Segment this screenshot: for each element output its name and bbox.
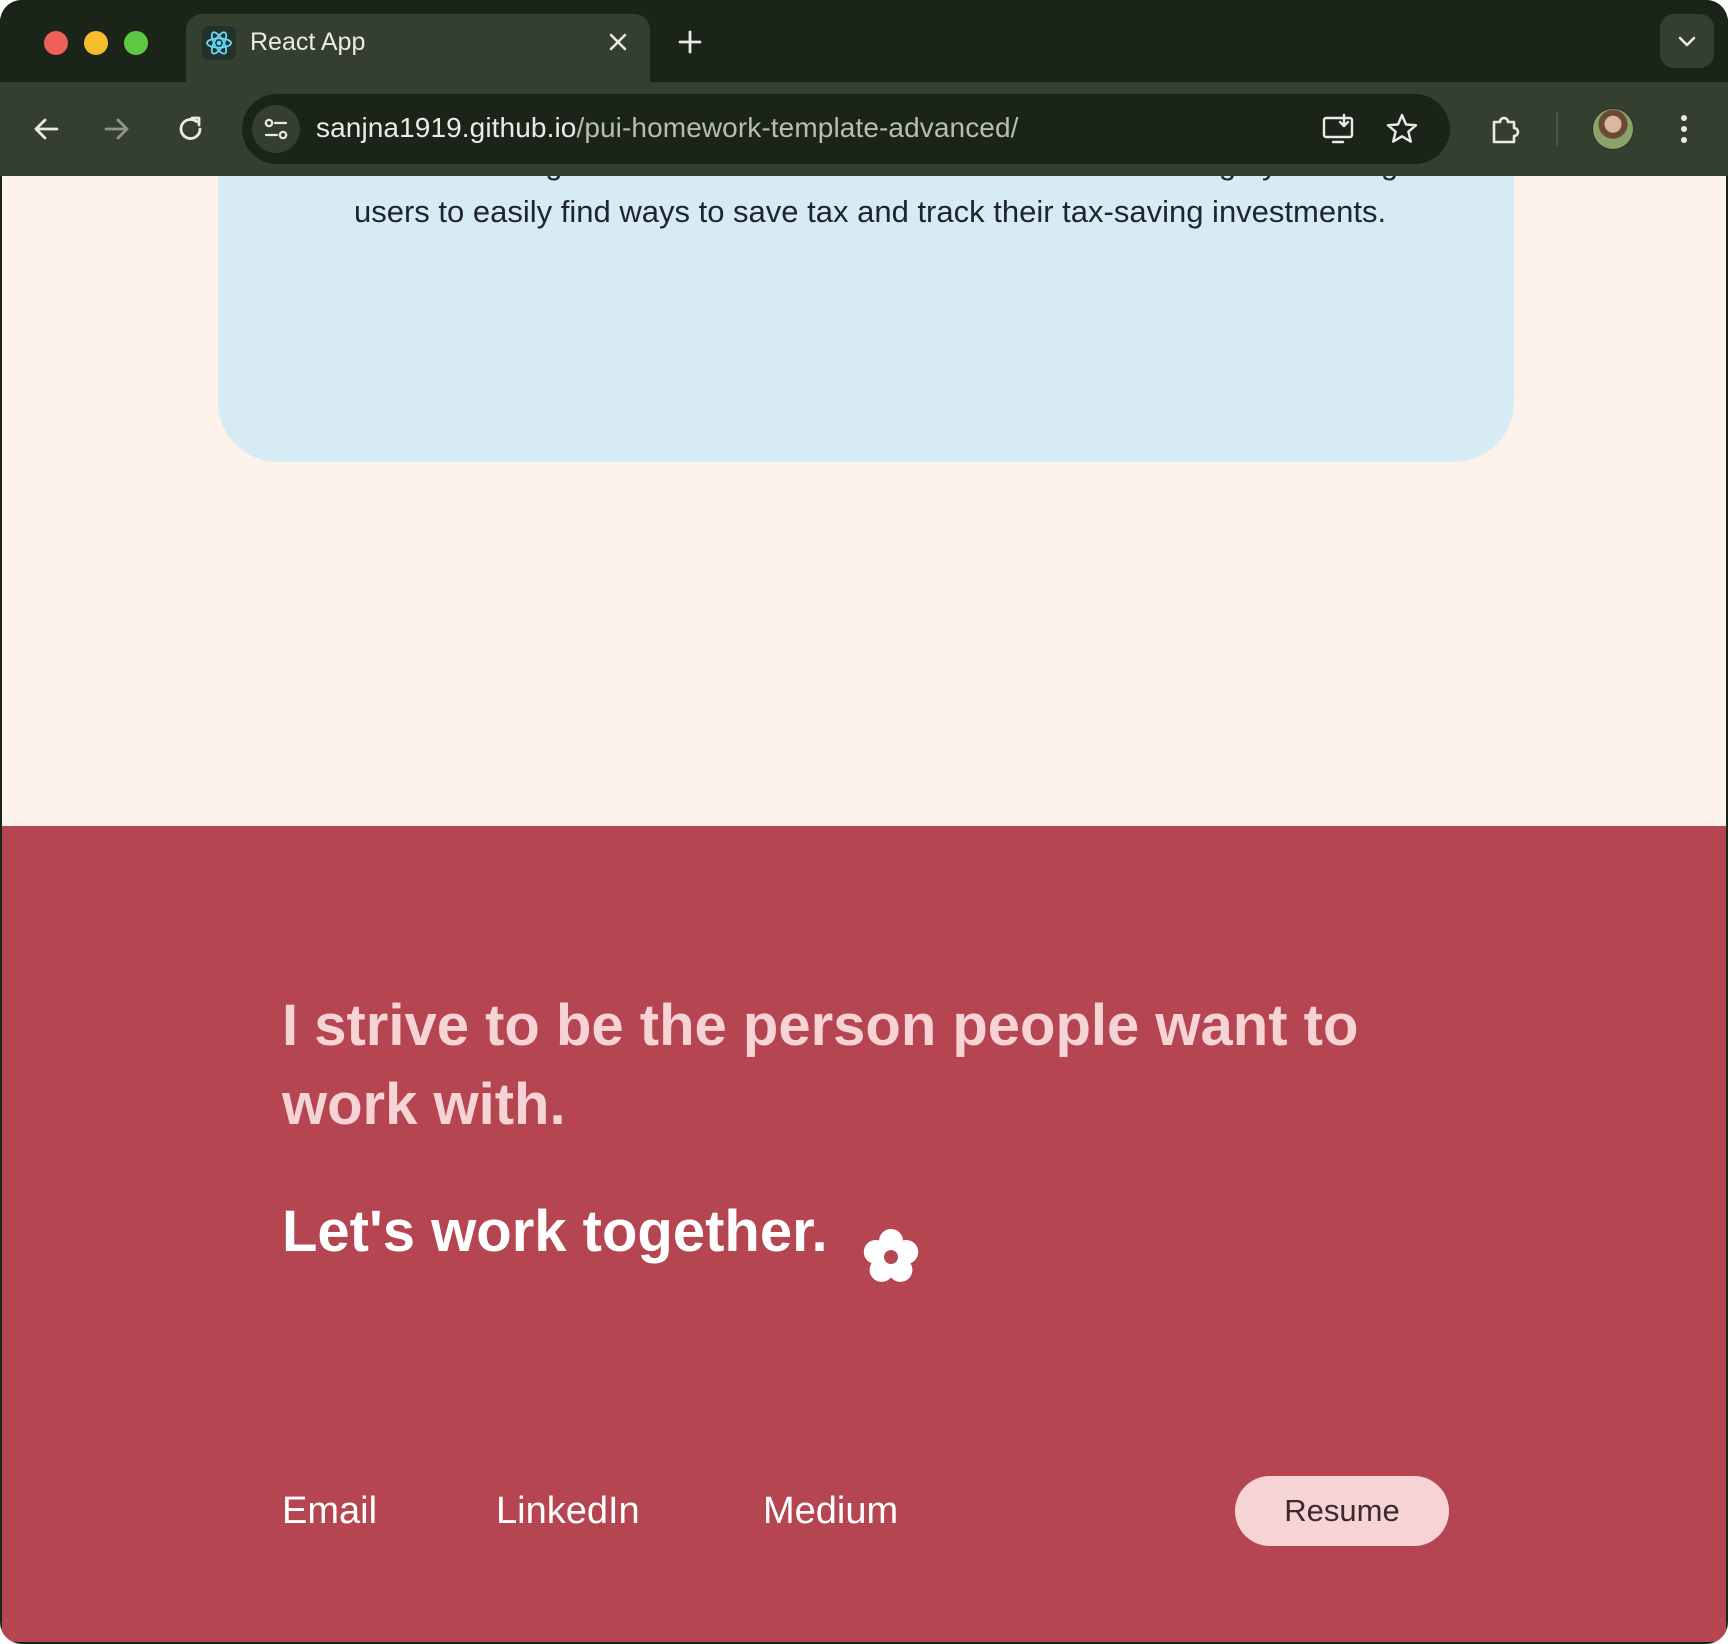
site-info-button[interactable] — [252, 105, 300, 153]
tab-title: React App — [250, 28, 366, 56]
new-tab-icon[interactable] — [674, 26, 706, 58]
footer-cta: Let's work together. — [282, 1199, 828, 1264]
profile-avatar[interactable] — [1592, 108, 1634, 150]
resume-button[interactable]: Resume — [1235, 1476, 1449, 1546]
more-menu-icon[interactable] — [1672, 110, 1696, 148]
close-tab-icon[interactable] — [604, 28, 632, 56]
forward-arrow-icon[interactable] — [98, 110, 136, 148]
linkedin-link[interactable]: LinkedIn — [496, 1488, 640, 1534]
tab-strip: React App — [0, 0, 1728, 82]
back-arrow-icon[interactable] — [27, 110, 65, 148]
react-logo-icon — [202, 26, 236, 60]
url-path: /pui-homework-template-advanced/ — [576, 112, 1019, 143]
project-card[interactable]: This tax-saving investment tracker makes… — [218, 176, 1514, 462]
url-text[interactable]: sanjna1919.github.io/pui-homework-templa… — [316, 112, 1019, 144]
email-link[interactable]: Email — [282, 1488, 377, 1534]
minimize-window-button[interactable] — [84, 31, 108, 55]
medium-link[interactable]: Medium — [763, 1488, 898, 1534]
chevron-down-icon — [1678, 36, 1696, 47]
bookmark-star-icon[interactable] — [1384, 111, 1420, 147]
reload-icon[interactable] — [172, 110, 210, 148]
install-app-icon[interactable] — [1320, 111, 1356, 147]
flower-icon — [863, 1229, 919, 1282]
address-bar[interactable]: sanjna1919.github.io/pui-homework-templa… — [242, 94, 1450, 164]
toolbar-divider — [1556, 112, 1558, 146]
tab-search-button[interactable] — [1660, 14, 1714, 68]
maximize-window-button[interactable] — [124, 31, 148, 55]
browser-window: React App sanjna1919.github.io/pui-homew… — [0, 0, 1728, 1644]
tab-react-app[interactable]: React App — [186, 14, 650, 82]
extensions-icon[interactable] — [1486, 110, 1524, 148]
footer-tagline: I strive to be the person people want to… — [282, 993, 1359, 1137]
url-host: sanjna1919.github.io — [316, 112, 577, 143]
close-window-button[interactable] — [44, 31, 68, 55]
browser-toolbar: sanjna1919.github.io/pui-homework-templa… — [0, 82, 1728, 176]
project-description: This tax-saving investment tracker makes… — [354, 176, 1398, 229]
site-info-icon — [264, 118, 288, 140]
page-viewport: This tax-saving investment tracker makes… — [2, 176, 1726, 1642]
footer-section: I strive to be the person people want to… — [2, 826, 1726, 1642]
